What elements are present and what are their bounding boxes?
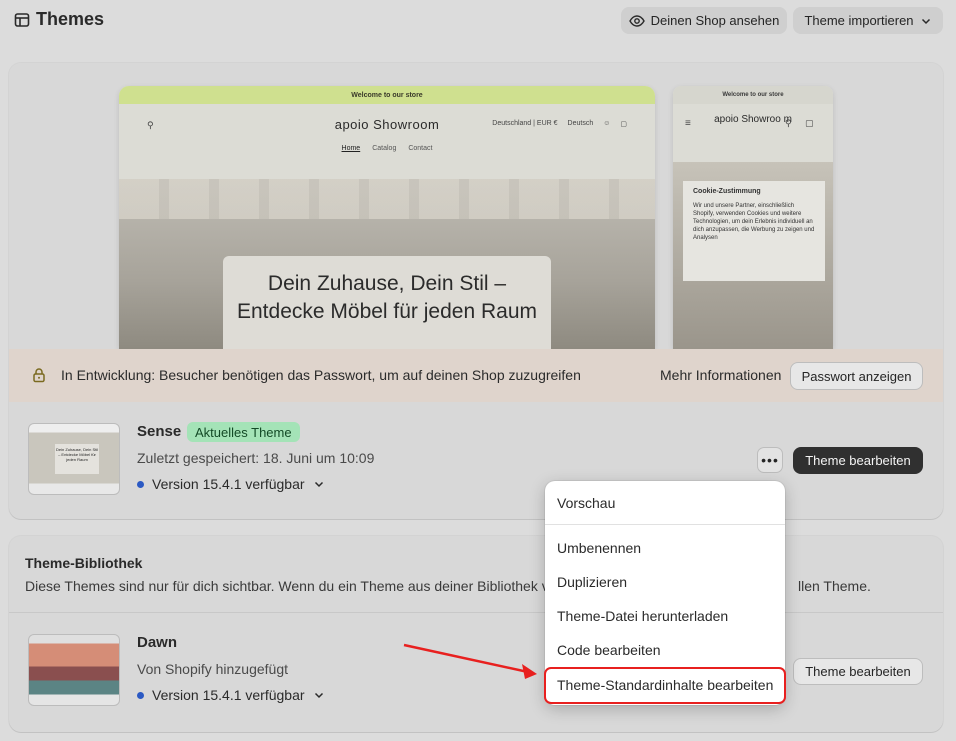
nav-item-catalog: Catalog <box>372 145 397 152</box>
mobile-search-icon: ⚲ <box>785 118 792 128</box>
mobile-header: ≡ apoio Showroo m ⚲ ▢ <box>673 104 833 162</box>
more-actions-button[interactable]: ••• <box>757 447 783 473</box>
ceiling-beams <box>119 179 655 219</box>
store-nav: Home Catalog Contact <box>119 145 655 152</box>
lock-icon <box>33 368 45 383</box>
library-version-label: Version 15.4.1 verfügbar <box>152 687 305 703</box>
library-edit-theme-button[interactable]: Theme bearbeiten <box>793 658 923 685</box>
cookie-consent: Cookie-Zustimmung Wir und unsere Partner… <box>683 181 825 281</box>
mobile-store-logo: apoio Showroo m <box>714 114 792 125</box>
eye-icon <box>628 14 645 27</box>
sense-thumbnail: Dein Zuhause, Dein Stil – Entdecke Möbel… <box>28 423 120 495</box>
import-theme-label: Theme importieren <box>804 13 914 28</box>
library-version-dropdown[interactable]: Version 15.4.1 verfügbar <box>137 687 325 703</box>
library-title: Theme-Bibliothek <box>25 555 143 571</box>
mobile-preview: Welcome to our store ≡ apoio Showroo m ⚲… <box>673 86 833 349</box>
view-shop-label: Deinen Shop ansehen <box>650 13 780 28</box>
library-description: Diese Themes sind nur für dich sichtbar.… <box>25 578 549 594</box>
nav-item-contact: Contact <box>408 145 433 152</box>
top-bar: Themes Deinen Shop ansehen Theme importi… <box>0 0 956 42</box>
mobile-announcement-bar: Welcome to our store <box>673 86 833 104</box>
menu-item-edit-code[interactable]: Code bearbeiten <box>557 642 661 658</box>
hero-image: Dein Zuhause, Dein Stil – Entdecke Möbel… <box>119 179 655 349</box>
menu-item-download[interactable]: Theme-Datei herunterladen <box>557 608 728 624</box>
page-title-text: Themes <box>36 9 105 29</box>
sense-thumbnail-text: Dein Zuhause, Dein Stil – Entdecke Möbel… <box>55 444 99 474</box>
store-header-right: Deutschland | EUR € Deutsch ☺ ▢ <box>492 120 627 128</box>
menu-item-preview[interactable]: Vorschau <box>557 495 615 511</box>
desktop-preview: Welcome to our store ⚲ apoio Showroom De… <box>119 86 655 349</box>
hero-text: Dein Zuhause, Dein Stil – Entdecke Möbel… <box>223 256 551 349</box>
library-theme-name: Dawn <box>137 634 178 651</box>
language-selector: Deutsch <box>567 120 594 127</box>
menu-icon: ≡ <box>685 118 691 129</box>
menu-divider <box>545 524 785 525</box>
actions-menu: Vorschau Umbenennen Duplizieren Theme-Da… <box>544 481 786 705</box>
menu-item-rename[interactable]: Umbenennen <box>557 540 641 556</box>
account-icon: ☺ <box>603 120 611 127</box>
menu-item-duplicate[interactable]: Duplizieren <box>557 574 627 590</box>
dawn-thumbnail <box>28 634 120 706</box>
theme-icon <box>14 12 30 27</box>
cart-icon: ▢ <box>620 121 627 128</box>
divider <box>9 612 943 613</box>
chevron-down-icon <box>314 481 323 488</box>
current-theme-name: Sense <box>137 423 182 440</box>
nav-item-home: Home <box>341 145 361 152</box>
library-theme-added: Von Shopify hinzugefügt <box>137 661 289 677</box>
edit-theme-button[interactable]: Theme bearbeiten <box>793 447 923 474</box>
development-text: In Entwicklung: Besucher benötigen das P… <box>61 367 581 383</box>
chevron-down-icon <box>921 18 930 24</box>
version-dropdown[interactable]: Version 15.4.1 verfügbar <box>137 476 325 492</box>
last-saved: Zuletzt gespeichert: 18. Juni um 10:09 <box>137 450 375 466</box>
import-theme-button[interactable]: Theme importieren <box>793 7 943 34</box>
development-banner: In Entwicklung: Besucher benötigen das P… <box>9 349 943 402</box>
menu-item-edit-default-content[interactable]: Theme-Standardinhalte bearbeiten <box>557 677 773 693</box>
mobile-cart-icon: ▢ <box>805 118 814 128</box>
library-description-end: llen Theme. <box>798 578 871 594</box>
cookie-text: Wir und unsere Partner, einschließlich S… <box>693 203 815 241</box>
store-header: ⚲ apoio Showroom Deutschland | EUR € Deu… <box>119 104 655 179</box>
status-dot <box>137 480 144 488</box>
theme-preview[interactable]: Welcome to our store ⚲ apoio Showroom De… <box>9 63 943 349</box>
version-label: Version 15.4.1 verfügbar <box>152 476 305 492</box>
theme-library-card: Theme-Bibliothek Diese Themes sind nur f… <box>9 536 943 732</box>
current-theme-badge: Aktuelles Theme <box>187 422 300 442</box>
chevron-down-icon <box>314 692 323 699</box>
announcement-bar: Welcome to our store <box>119 86 655 104</box>
region-selector: Deutschland | EUR € <box>492 120 558 127</box>
show-password-button[interactable]: Passwort anzeigen <box>790 362 923 390</box>
status-dot <box>137 691 144 699</box>
cookie-title: Cookie-Zustimmung <box>693 188 761 195</box>
view-shop-button[interactable]: Deinen Shop ansehen <box>621 7 787 34</box>
current-theme-card: Welcome to our store ⚲ apoio Showroom De… <box>9 63 943 519</box>
page-title: Themes <box>14 9 104 30</box>
more-info-link[interactable]: Mehr Informationen <box>660 367 781 383</box>
